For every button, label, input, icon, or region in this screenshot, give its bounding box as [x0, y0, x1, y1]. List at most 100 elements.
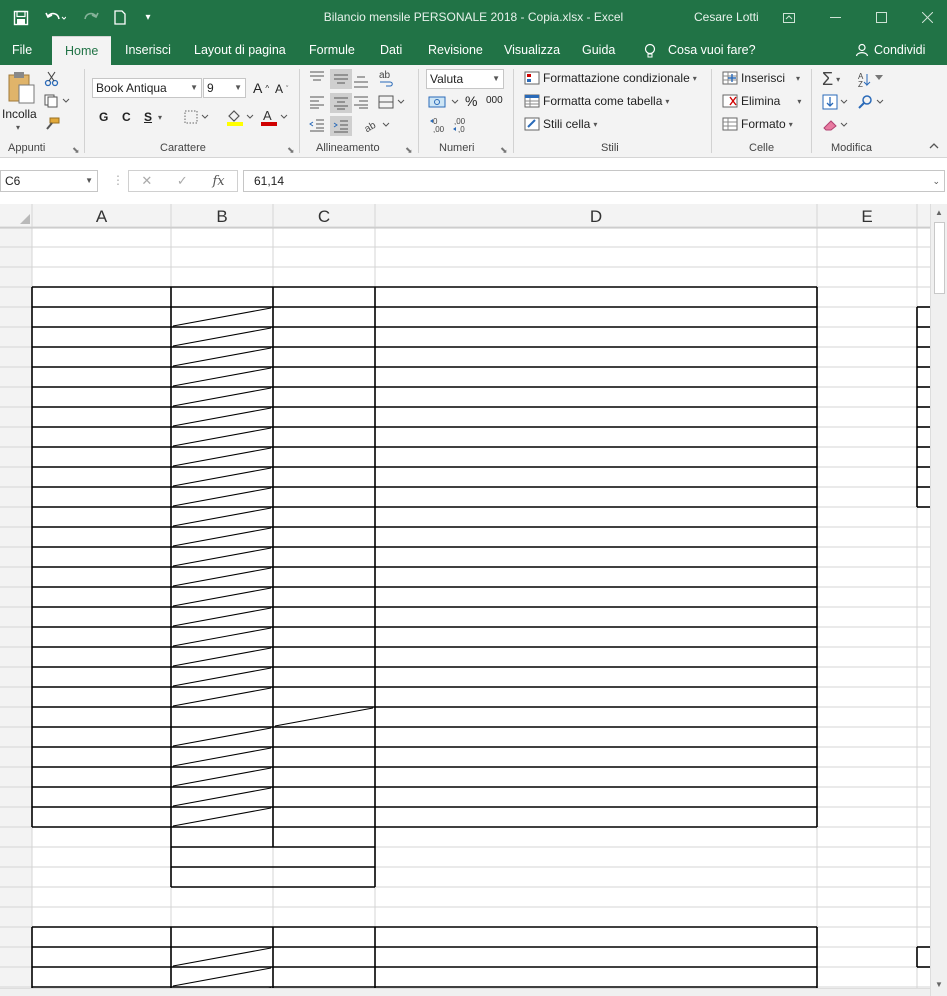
horizontal-scrollbar[interactable]	[0, 988, 930, 996]
increase-indent-icon[interactable]	[330, 116, 352, 136]
grow-font-icon[interactable]: A ^	[253, 80, 269, 96]
delete-cells-button[interactable]: Elimina ▾	[722, 94, 801, 108]
tab-data[interactable]: Dati	[376, 35, 406, 65]
column-header-d[interactable]: D	[590, 207, 602, 226]
clipboard-group-label: Appunti	[8, 142, 46, 154]
worksheet-grid[interactable]: A B C D E	[0, 204, 930, 996]
diagonal-border	[172, 567, 272, 587]
cancel-icon[interactable]: ✕	[141, 173, 152, 189]
restore-ribbon-icon[interactable]	[766, 0, 812, 35]
tab-help[interactable]: Guida	[578, 35, 619, 65]
fill-color-icon[interactable]	[226, 108, 254, 126]
autosum-icon[interactable]: Σ ▾	[822, 69, 840, 90]
cell-styles-button[interactable]: Stili cella ▾	[524, 117, 597, 131]
tab-page-layout[interactable]: Layout di pagina	[190, 35, 290, 65]
diagonal-border	[172, 407, 272, 427]
align-middle-icon[interactable]	[330, 69, 352, 89]
svg-text:,0: ,0	[458, 125, 465, 133]
thousands-separator-icon[interactable]: 000	[486, 95, 503, 106]
diagonal-border	[172, 327, 272, 347]
insert-cells-button[interactable]: Inserisci ▾	[722, 71, 800, 85]
diagonal-border	[172, 307, 272, 327]
enter-icon[interactable]: ✓	[177, 173, 188, 189]
column-header-c[interactable]: C	[318, 207, 330, 226]
insert-function-icon[interactable]: fx	[212, 174, 224, 189]
percent-icon[interactable]: %	[465, 93, 477, 109]
wrap-text-icon[interactable]: ab	[378, 69, 394, 87]
minimize-icon[interactable]	[812, 0, 858, 35]
clipboard-launcher-icon[interactable]: ⬊	[72, 145, 80, 156]
scroll-thumb[interactable]	[934, 222, 945, 294]
align-top-icon[interactable]	[309, 71, 325, 85]
font-launcher-icon[interactable]: ⬊	[287, 145, 295, 156]
expand-formula-icon[interactable]: ⌄	[932, 171, 940, 191]
bold-button[interactable]: G	[99, 110, 108, 124]
collapse-ribbon-icon[interactable]	[929, 142, 939, 150]
align-bottom-icon[interactable]	[353, 75, 369, 89]
lightbulb-icon[interactable]	[640, 35, 660, 65]
font-name-select[interactable]: Book Antiqua ▼	[92, 78, 202, 98]
svg-text:A: A	[263, 108, 272, 123]
font-size-select[interactable]: 9 ▼	[203, 78, 246, 98]
tab-home[interactable]: Home	[52, 36, 112, 65]
insert-cells-icon	[722, 71, 738, 85]
svg-text:ab: ab	[379, 70, 391, 81]
increase-decimal-icon[interactable]: 0,00	[429, 117, 447, 133]
paste-button[interactable]: Incolla	[2, 107, 37, 121]
column-header-b[interactable]: B	[216, 207, 227, 226]
user-name[interactable]: Cesare Lotti	[694, 0, 759, 35]
maximize-icon[interactable]	[858, 0, 904, 35]
align-left-icon[interactable]	[309, 95, 325, 109]
chevron-down-icon[interactable]: ▾	[158, 113, 162, 122]
tab-formulas[interactable]: Formule	[305, 35, 359, 65]
align-center-icon[interactable]	[330, 93, 352, 113]
underline-button[interactable]: S	[144, 110, 152, 124]
paste-dropdown-icon[interactable]: ▾	[16, 123, 20, 132]
chevron-down-icon: ▾	[797, 96, 802, 106]
format-painter-icon[interactable]	[44, 117, 60, 131]
person-icon	[855, 43, 869, 57]
format-cells-button[interactable]: Formato ▾	[722, 117, 793, 131]
tab-review[interactable]: Revisione	[424, 35, 487, 65]
cut-icon[interactable]	[44, 71, 60, 87]
copy-icon[interactable]	[44, 94, 70, 108]
currency-icon[interactable]	[428, 94, 460, 110]
borders-icon[interactable]	[184, 110, 210, 124]
row-header-bar	[0, 204, 32, 996]
diagonal-border	[172, 507, 272, 527]
tab-file[interactable]: File	[8, 35, 36, 65]
decrease-indent-icon[interactable]	[309, 118, 325, 132]
scroll-up-icon[interactable]: ▲	[931, 206, 947, 220]
formula-input[interactable]: 61,14 ⌄	[243, 170, 945, 192]
format-as-table-button[interactable]: Formatta come tabella ▾	[524, 94, 669, 108]
conditional-formatting-label: Formattazione condizionale	[543, 71, 690, 85]
clear-icon[interactable]	[822, 117, 848, 133]
tab-insert[interactable]: Inserisci	[121, 35, 175, 65]
name-box[interactable]: C6 ▼	[0, 170, 98, 192]
column-header-a[interactable]: A	[96, 207, 108, 226]
decrease-decimal-icon[interactable]: ,00,0	[452, 117, 470, 133]
sort-filter-icon[interactable]: AZ	[857, 71, 887, 87]
font-color-icon[interactable]: A	[260, 108, 288, 126]
shrink-font-icon[interactable]: Aˇ	[275, 82, 288, 96]
paste-icon[interactable]	[6, 71, 36, 105]
scroll-down-icon[interactable]: ▼	[931, 978, 947, 992]
italic-button[interactable]: C	[122, 110, 131, 124]
chevron-down-icon: ▾	[788, 119, 793, 129]
orientation-icon[interactable]: ab	[363, 118, 391, 132]
fill-icon[interactable]	[822, 94, 848, 110]
find-select-icon[interactable]	[858, 94, 884, 110]
tell-me-input[interactable]: Cosa vuoi fare?	[664, 35, 760, 65]
svg-text:,00: ,00	[433, 125, 445, 133]
share-button[interactable]: Condividi	[855, 35, 925, 65]
close-icon[interactable]	[904, 0, 947, 35]
align-right-icon[interactable]	[353, 95, 369, 109]
merge-center-icon[interactable]	[378, 95, 406, 109]
tab-view[interactable]: Visualizza	[500, 35, 564, 65]
alignment-launcher-icon[interactable]: ⬊	[405, 145, 413, 156]
number-launcher-icon[interactable]: ⬊	[500, 145, 508, 156]
conditional-formatting-button[interactable]: Formattazione condizionale ▾	[524, 71, 697, 85]
number-format-select[interactable]: Valuta ▼	[426, 69, 504, 89]
column-header-e[interactable]: E	[861, 207, 872, 226]
vertical-scrollbar[interactable]: ▲ ▼	[930, 204, 947, 996]
